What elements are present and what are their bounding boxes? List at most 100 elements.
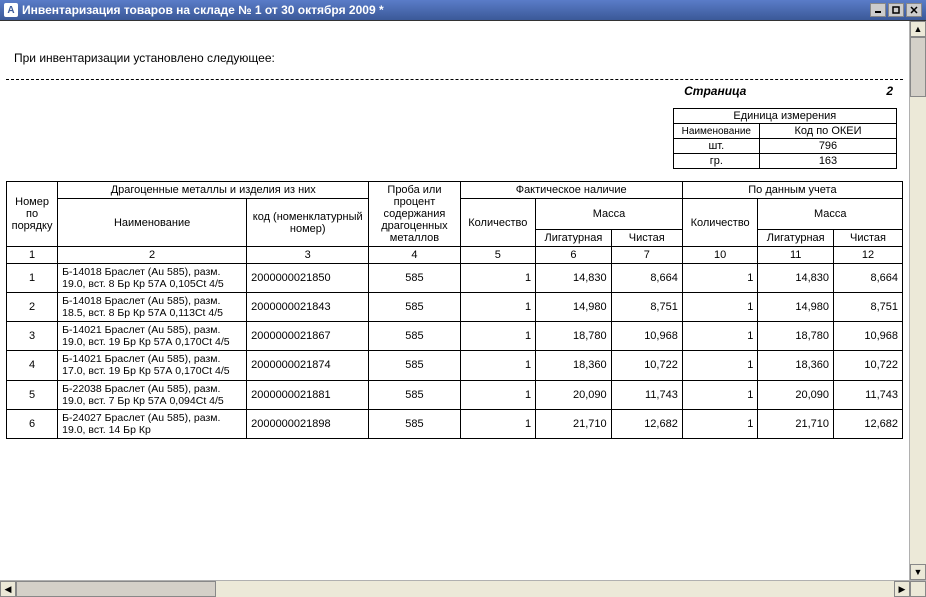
- scroll-corner: [910, 581, 926, 597]
- page-label: Страница: [684, 84, 746, 98]
- unit-row: гр. 163: [673, 154, 896, 169]
- cell-qty-ledger: 1: [682, 409, 758, 438]
- cell-pure-actual: 12,682: [611, 409, 682, 438]
- hscroll-track[interactable]: [16, 581, 894, 597]
- unit-row: шт. 796: [673, 139, 896, 154]
- cell-qty-ledger: 1: [682, 351, 758, 380]
- cell-pure-actual: 8,751: [611, 293, 682, 322]
- page-separator: [6, 79, 903, 80]
- th-no: Номер по порядку: [7, 182, 58, 247]
- unit-name-label: Наименование: [673, 124, 759, 139]
- th-qty-actual: Количество: [460, 199, 536, 247]
- th-colnum: 3: [247, 247, 369, 264]
- th-colnum: 6: [536, 247, 612, 264]
- cell-qty-ledger: 1: [682, 264, 758, 293]
- table-row: 5Б-22038 Браслет (Au 585), разм. 19.0, в…: [7, 380, 903, 409]
- th-colnum: 4: [369, 247, 460, 264]
- th-colnum: 5: [460, 247, 536, 264]
- hscroll-thumb[interactable]: [16, 581, 216, 597]
- th-code: код (номенклатурный номер): [247, 199, 369, 247]
- vertical-scrollbar[interactable]: ▲ ▼: [909, 21, 926, 580]
- cell-name: Б-14021 Браслет (Au 585), разм. 19.0, вс…: [58, 322, 247, 351]
- th-proba: Проба или процент содержания драгоценных…: [369, 182, 460, 247]
- cell-pure-ledger: 8,664: [834, 264, 903, 293]
- unit-name: гр.: [673, 154, 759, 169]
- th-name: Наименование: [58, 199, 247, 247]
- th-colnum: 12: [834, 247, 903, 264]
- table-row: 4Б-14021 Браслет (Au 585), разм. 17.0, в…: [7, 351, 903, 380]
- cell-qty-actual: 1: [460, 409, 536, 438]
- th-qty-ledger: Количество: [682, 199, 758, 247]
- cell-pure-actual: 8,664: [611, 264, 682, 293]
- th-mass-ledger: Масса: [758, 199, 903, 230]
- cell-pure-ledger: 12,682: [834, 409, 903, 438]
- cell-ligature-actual: 14,830: [536, 264, 612, 293]
- cell-qty-ledger: 1: [682, 293, 758, 322]
- cell-proba: 585: [369, 264, 460, 293]
- cell-ligature-ledger: 20,090: [758, 380, 834, 409]
- cell-proba: 585: [369, 293, 460, 322]
- cell-no: 2: [7, 293, 58, 322]
- cell-no: 1: [7, 264, 58, 293]
- th-colnum: 10: [682, 247, 758, 264]
- cell-code: 2000000021843: [247, 293, 369, 322]
- cell-name: Б-14021 Браслет (Au 585), разм. 17.0, вс…: [58, 351, 247, 380]
- cell-qty-actual: 1: [460, 380, 536, 409]
- cell-qty-ledger: 1: [682, 322, 758, 351]
- inventory-table: Номер по порядку Драгоценные металлы и и…: [6, 181, 903, 439]
- scroll-right-icon[interactable]: ▶: [894, 581, 910, 597]
- th-colnum: 1: [7, 247, 58, 264]
- th-pure-actual: Чистая: [611, 230, 682, 247]
- cell-pure-ledger: 8,751: [834, 293, 903, 322]
- cell-ligature-ledger: 14,830: [758, 264, 834, 293]
- cell-ligature-ledger: 18,360: [758, 351, 834, 380]
- cell-pure-ledger: 10,722: [834, 351, 903, 380]
- cell-ligature-actual: 20,090: [536, 380, 612, 409]
- unit-okei-label: Код по ОКЕИ: [760, 124, 897, 139]
- cell-name: Б-14018 Браслет (Au 585), разм. 19.0, вс…: [58, 264, 247, 293]
- cell-pure-ledger: 10,968: [834, 322, 903, 351]
- cell-ligature-actual: 21,710: [536, 409, 612, 438]
- vscroll-thumb[interactable]: [910, 37, 926, 97]
- cell-pure-actual: 11,743: [611, 380, 682, 409]
- cell-code: 2000000021850: [247, 264, 369, 293]
- th-mass-actual: Масса: [536, 199, 683, 230]
- cell-qty-actual: 1: [460, 264, 536, 293]
- horizontal-scrollbar[interactable]: ◀ ▶: [0, 580, 926, 597]
- th-metals-group: Драгоценные металлы и изделия из них: [58, 182, 369, 199]
- th-pure-ledger: Чистая: [834, 230, 903, 247]
- vscroll-track[interactable]: [910, 37, 926, 564]
- titlebar[interactable]: A Инвентаризация товаров на складе № 1 о…: [0, 0, 926, 21]
- cell-code: 2000000021881: [247, 380, 369, 409]
- intro-text: При инвентаризации установлено следующее…: [6, 21, 903, 77]
- minimize-button[interactable]: [870, 3, 886, 17]
- scroll-left-icon[interactable]: ◀: [0, 581, 16, 597]
- cell-pure-ledger: 11,743: [834, 380, 903, 409]
- cell-proba: 585: [369, 351, 460, 380]
- th-colnum: 11: [758, 247, 834, 264]
- maximize-button[interactable]: [888, 3, 904, 17]
- cell-ligature-ledger: 21,710: [758, 409, 834, 438]
- unit-table: Единица измерения Наименование Код по ОК…: [673, 108, 897, 169]
- cell-no: 6: [7, 409, 58, 438]
- page-header: Страница 2: [6, 84, 903, 98]
- window-title: Инвентаризация товаров на складе № 1 от …: [22, 3, 870, 17]
- cell-code: 2000000021867: [247, 322, 369, 351]
- unit-caption: Единица измерения: [673, 109, 896, 124]
- close-button[interactable]: [906, 3, 922, 17]
- cell-qty-actual: 1: [460, 322, 536, 351]
- app-icon: A: [4, 3, 18, 17]
- scroll-down-icon[interactable]: ▼: [910, 564, 926, 580]
- unit-code: 163: [760, 154, 897, 169]
- cell-proba: 585: [369, 322, 460, 351]
- table-row: 3Б-14021 Браслет (Au 585), разм. 19.0, в…: [7, 322, 903, 351]
- cell-name: Б-24027 Браслет (Au 585), разм. 19.0, вс…: [58, 409, 247, 438]
- scroll-up-icon[interactable]: ▲: [910, 21, 926, 37]
- cell-pure-actual: 10,968: [611, 322, 682, 351]
- cell-ligature-actual: 14,980: [536, 293, 612, 322]
- cell-no: 3: [7, 322, 58, 351]
- cell-ligature-ledger: 14,980: [758, 293, 834, 322]
- cell-ligature-actual: 18,360: [536, 351, 612, 380]
- page-number: 2: [886, 84, 893, 98]
- table-row: 1Б-14018 Браслет (Au 585), разм. 19.0, в…: [7, 264, 903, 293]
